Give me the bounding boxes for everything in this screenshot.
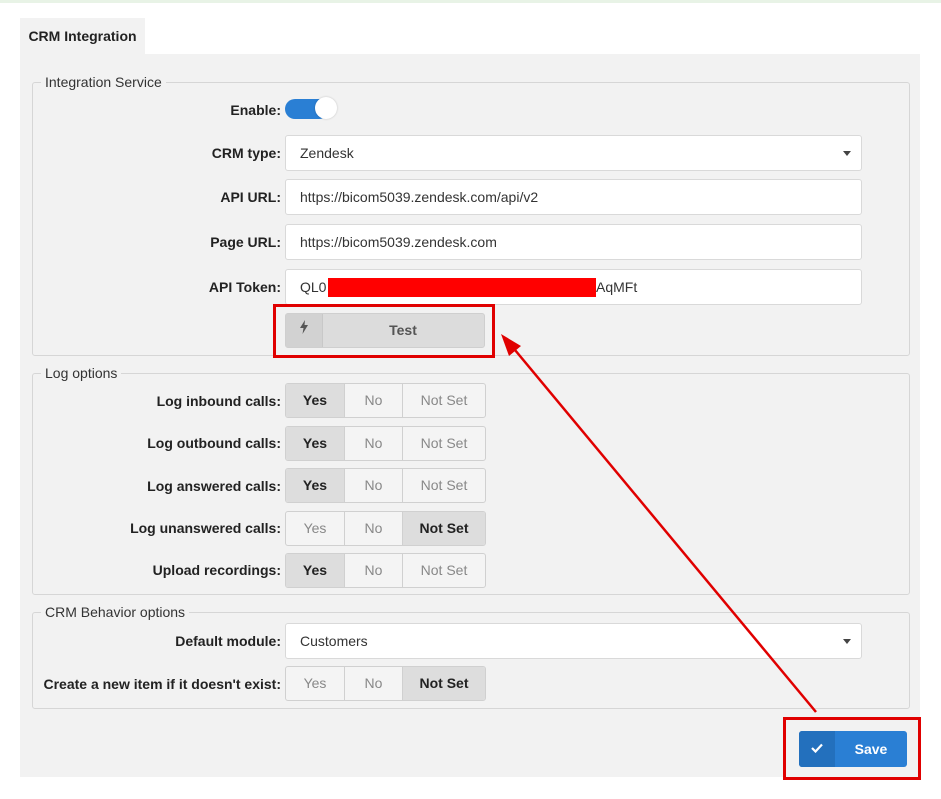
annotation-arrow <box>501 334 817 713</box>
arrow-line <box>509 343 817 713</box>
